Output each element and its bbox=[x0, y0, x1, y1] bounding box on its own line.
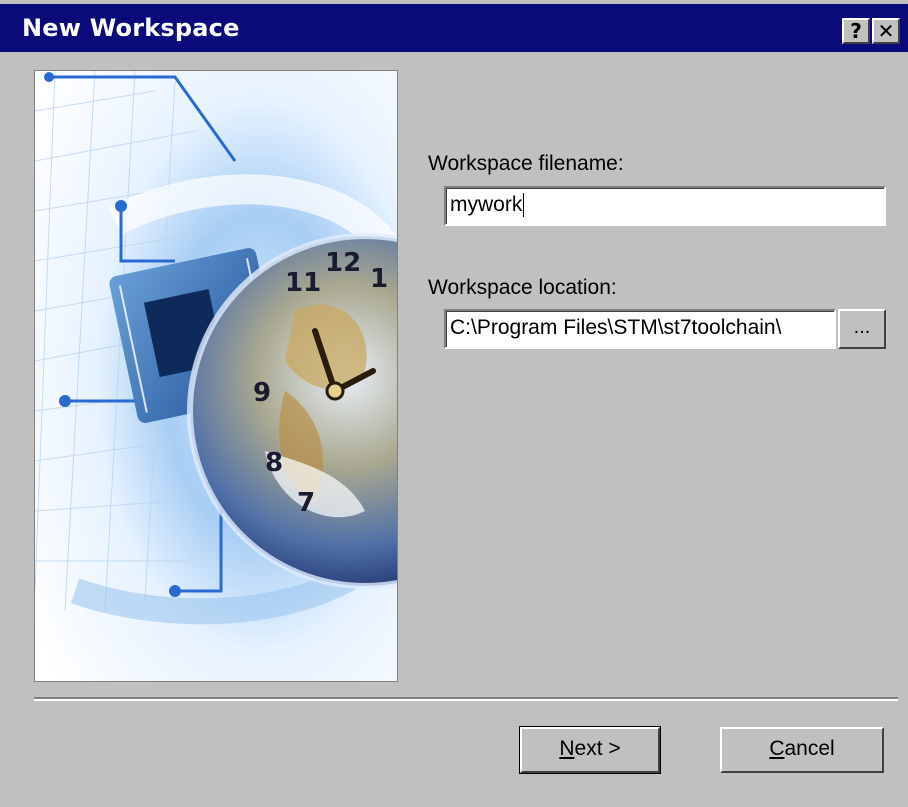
clock-numeral-8: 8 bbox=[265, 448, 283, 478]
help-button[interactable]: ? bbox=[842, 18, 870, 44]
wizard-artwork: 12 1 11 9 8 7 bbox=[34, 70, 398, 682]
circuit-globe-illustration: 12 1 11 9 8 7 bbox=[35, 71, 397, 681]
next-label: ext > bbox=[574, 737, 621, 760]
workspace-location-value: C:\Program Files\STM\st7toolchain\ bbox=[450, 316, 782, 339]
ellipsis-icon: ... bbox=[853, 316, 871, 338]
workspace-filename-value: mywork bbox=[450, 193, 523, 216]
next-mnemonic: N bbox=[559, 737, 575, 760]
workspace-filename-input[interactable]: mywork bbox=[444, 186, 886, 226]
close-icon: ✕ bbox=[877, 19, 895, 43]
next-button[interactable]: Next > bbox=[519, 726, 661, 774]
button-separator bbox=[34, 697, 898, 701]
cancel-mnemonic: C bbox=[769, 737, 785, 760]
question-mark-icon: ? bbox=[850, 19, 862, 43]
workspace-location-input[interactable]: C:\Program Files\STM\st7toolchain\ bbox=[444, 309, 836, 349]
clock-numeral-12: 12 bbox=[325, 248, 361, 278]
clock-numeral-9: 9 bbox=[253, 378, 271, 408]
workspace-location-label: Workspace location: bbox=[428, 276, 617, 299]
clock-numeral-1: 1 bbox=[370, 264, 388, 294]
clock-numeral-7: 7 bbox=[297, 488, 315, 518]
title-bar[interactable]: New Workspace ? ✕ bbox=[0, 4, 908, 52]
new-workspace-dialog: New Workspace ? ✕ 12 1 11 9 8 7 Workspac… bbox=[0, 0, 908, 807]
close-button[interactable]: ✕ bbox=[872, 18, 900, 44]
cancel-label: ancel bbox=[784, 737, 835, 760]
dialog-title: New Workspace bbox=[22, 14, 240, 42]
workspace-filename-label: Workspace filename: bbox=[428, 152, 624, 175]
text-caret bbox=[523, 193, 525, 218]
clock-numeral-11: 11 bbox=[285, 268, 321, 298]
browse-button[interactable]: ... bbox=[838, 309, 886, 349]
cancel-button[interactable]: Cancel bbox=[720, 727, 884, 773]
